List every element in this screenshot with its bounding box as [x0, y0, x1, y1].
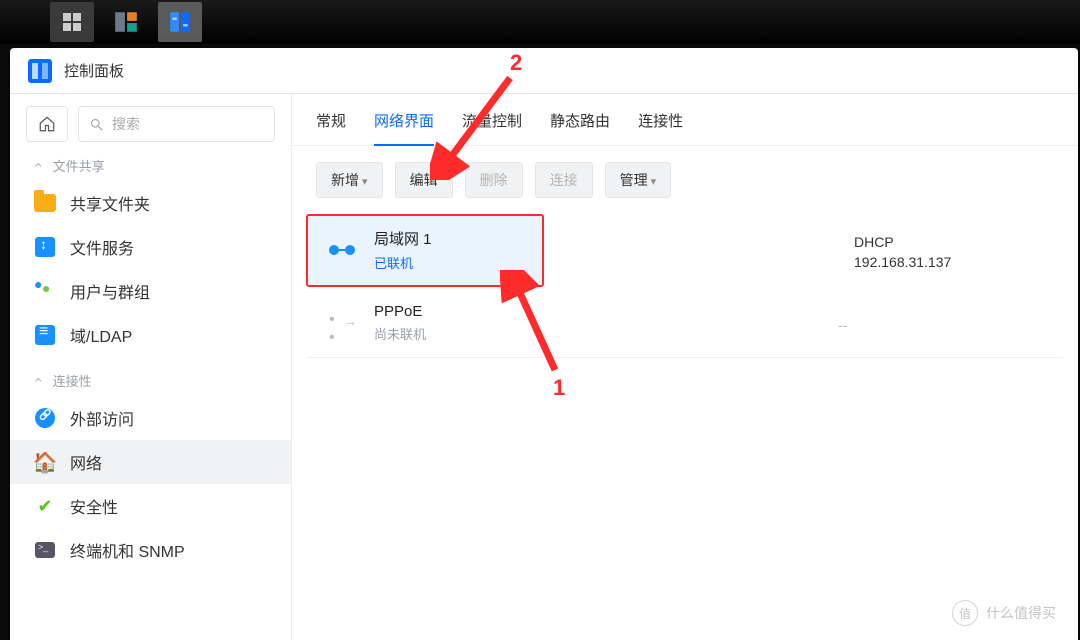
ldap-icon	[35, 325, 55, 345]
sidebar-item-file-services[interactable]: 文件服务	[10, 225, 291, 269]
sidebar-item-external-access[interactable]: 外部访问	[10, 396, 291, 440]
chevron-up-icon	[32, 372, 45, 390]
lan-icon	[329, 244, 355, 256]
interface-ip: --	[838, 317, 1048, 333]
watermark-text: 什么值得买	[986, 603, 1056, 623]
terminal-icon	[35, 542, 55, 558]
tab-network-interface[interactable]: 网络界面	[374, 110, 434, 145]
pppoe-icon	[329, 316, 355, 330]
taskbar-app-1[interactable]	[104, 2, 148, 42]
sidebar-item-label: 文件服务	[70, 235, 134, 259]
interface-ip: 192.168.31.137	[854, 254, 1048, 270]
window-titlebar: 控制面板	[10, 48, 1078, 94]
add-button[interactable]: 新增	[316, 162, 383, 198]
control-panel-icon	[167, 9, 193, 35]
sidebar-item-label: 安全性	[70, 494, 118, 518]
sidebar-item-label: 用户与群组	[70, 279, 150, 303]
sidebar-item-label: 终端机和 SNMP	[70, 538, 185, 562]
interface-row-lan1[interactable]: 局域网 1 已联机	[306, 214, 544, 287]
sidebar-item-network[interactable]: 🏠 网络	[10, 440, 291, 484]
interface-status: 尚未联机	[374, 324, 838, 343]
toolbar: 新增 编辑 删除 连接 管理	[292, 146, 1078, 214]
sidebar-item-label: 网络	[70, 450, 102, 474]
section-connectivity[interactable]: 连接性	[10, 357, 291, 396]
watermark: 值 什么值得买	[952, 600, 1056, 626]
window-title: 控制面板	[64, 60, 124, 81]
interface-name: PPPoE	[374, 303, 838, 320]
taskbar-control-panel[interactable]	[158, 2, 202, 42]
sidebar-item-users-groups[interactable]: 用户与群组	[10, 269, 291, 313]
home-icon	[38, 115, 56, 133]
sidebar-item-terminal-snmp[interactable]: 终端机和 SNMP	[10, 528, 291, 572]
sidebar-item-domain-ldap[interactable]: 域/LDAP	[10, 313, 291, 357]
shield-icon: ✔	[34, 495, 56, 517]
taskbar-apps-button[interactable]	[50, 2, 94, 42]
sidebar-item-label: 共享文件夹	[70, 191, 150, 215]
interface-status: 已联机	[374, 253, 528, 272]
tab-connectivity[interactable]: 连接性	[638, 110, 683, 145]
storage-manager-icon	[113, 9, 139, 35]
home-button[interactable]	[26, 106, 68, 142]
external-access-icon	[35, 408, 55, 428]
interface-name: 局域网 1	[374, 228, 528, 249]
connect-button[interactable]: 连接	[535, 162, 593, 198]
search-icon	[89, 117, 104, 132]
search-placeholder: 搜索	[112, 114, 140, 134]
watermark-badge: 值	[952, 600, 978, 626]
delete-button[interactable]: 删除	[465, 162, 523, 198]
interface-row-pppoe[interactable]: PPPoE 尚未联机 --	[306, 289, 1064, 358]
users-icon	[34, 282, 56, 300]
file-service-icon	[35, 237, 55, 257]
manage-button[interactable]: 管理	[605, 162, 672, 198]
sidebar-item-security[interactable]: ✔ 安全性	[10, 484, 291, 528]
tab-static-route[interactable]: 静态路由	[550, 110, 610, 145]
folder-icon	[34, 194, 56, 212]
control-panel-title-icon	[28, 59, 52, 83]
tab-bar: 常规 网络界面 流量控制 静态路由 连接性	[292, 94, 1078, 146]
edit-button[interactable]: 编辑	[395, 162, 453, 198]
sidebar: 搜索 文件共享 共享文件夹 文件服务 用户与群组 域/LDAP	[10, 94, 292, 640]
network-icon: 🏠	[34, 451, 56, 473]
main-content: 常规 网络界面 流量控制 静态路由 连接性 新增 编辑 删除 连接 管理 局	[292, 94, 1078, 640]
chevron-up-icon	[32, 157, 45, 175]
tab-general[interactable]: 常规	[316, 110, 346, 145]
sidebar-item-label: 外部访问	[70, 406, 134, 430]
section-file-share[interactable]: 文件共享	[10, 142, 291, 181]
sidebar-item-label: 域/LDAP	[70, 323, 132, 347]
control-panel-window: 控制面板 搜索 文件共享 共享文件夹 文	[10, 48, 1078, 640]
apps-grid-icon	[63, 13, 81, 31]
interface-list: 局域网 1 已联机 DHCP 192.168.31.137 PPPoE 尚未联机	[292, 214, 1078, 358]
os-taskbar	[0, 0, 1080, 44]
tab-traffic-control[interactable]: 流量控制	[462, 110, 522, 145]
sidebar-item-shared-folder[interactable]: 共享文件夹	[10, 181, 291, 225]
interface-type: DHCP	[854, 234, 1048, 250]
search-input[interactable]: 搜索	[78, 106, 275, 142]
